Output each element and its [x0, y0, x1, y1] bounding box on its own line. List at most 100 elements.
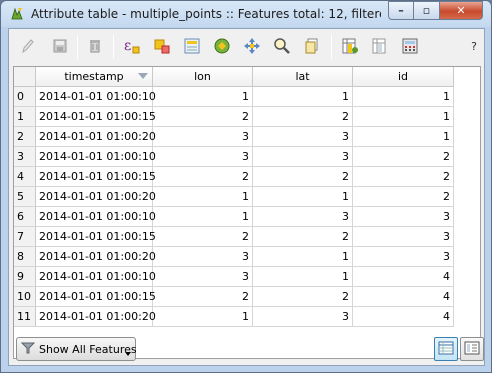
cell-id[interactable]: 4 — [353, 307, 454, 327]
feature-filter-button[interactable]: Show All Features — [16, 337, 137, 361]
cell-id[interactable]: 4 — [353, 267, 454, 287]
cell-lat[interactable]: 1 — [253, 187, 353, 207]
cell-lon[interactable]: 1 — [153, 207, 253, 227]
column-header-id[interactable]: id — [353, 67, 454, 87]
cell-lat[interactable]: 2 — [253, 167, 353, 187]
cell-id[interactable]: 3 — [353, 247, 454, 267]
cell-lon[interactable]: 3 — [153, 127, 253, 147]
table-row[interactable]: 11 2014-01-01 01:00:20 1 3 4 — [14, 307, 480, 327]
title-bar[interactable]: Attribute table - multiple_points :: Fea… — [1, 1, 491, 27]
row-header[interactable]: 0 — [14, 87, 36, 107]
cell-lon[interactable]: 1 — [153, 87, 253, 107]
cell-timestamp[interactable]: 2014-01-01 01:00:15 — [36, 287, 156, 307]
row-header[interactable]: 6 — [14, 207, 36, 227]
table-row[interactable]: 0 2014-01-01 01:00:10 1 1 1 — [14, 87, 480, 107]
cell-timestamp[interactable]: 2014-01-01 01:00:20 — [36, 187, 156, 207]
cell-id[interactable]: 2 — [353, 187, 454, 207]
table-row[interactable]: 3 2014-01-01 01:00:10 3 3 2 — [14, 147, 480, 167]
cell-lat[interactable]: 3 — [253, 127, 353, 147]
row-header[interactable]: 5 — [14, 187, 36, 207]
row-header[interactable]: 8 — [14, 247, 36, 267]
table-corner-button[interactable] — [14, 67, 36, 87]
cell-lat[interactable]: 1 — [253, 87, 353, 107]
row-header[interactable]: 11 — [14, 307, 36, 327]
row-header[interactable]: 9 — [14, 267, 36, 287]
row-header[interactable]: 10 — [14, 287, 36, 307]
pan-map-to-selected-button[interactable] — [241, 36, 263, 58]
cell-timestamp[interactable]: 2014-01-01 01:00:15 — [36, 167, 156, 187]
column-header-timestamp[interactable]: timestamp — [36, 67, 153, 87]
cell-lat[interactable]: 2 — [253, 287, 353, 307]
cell-timestamp[interactable]: 2014-01-01 01:00:20 — [36, 247, 156, 267]
table-row[interactable]: 8 2014-01-01 01:00:20 3 1 3 — [14, 247, 480, 267]
row-header[interactable]: 1 — [14, 107, 36, 127]
delete-column-button[interactable] — [369, 36, 391, 58]
table-view-button[interactable] — [434, 337, 458, 361]
cell-timestamp[interactable]: 2014-01-01 01:00:15 — [36, 107, 156, 127]
cell-id[interactable]: 2 — [353, 167, 454, 187]
table-row[interactable]: 1 2014-01-01 01:00:15 2 2 1 — [14, 107, 480, 127]
cell-lon[interactable]: 3 — [153, 267, 253, 287]
maximize-button[interactable]: ▫ — [414, 1, 440, 20]
cell-id[interactable]: 3 — [353, 227, 454, 247]
table-row[interactable]: 7 2014-01-01 01:00:15 2 2 3 — [14, 227, 480, 247]
zoom-map-to-selected-button[interactable] — [271, 36, 293, 58]
cell-lat[interactable]: 2 — [253, 227, 353, 247]
delete-selected-button[interactable] — [84, 36, 106, 58]
table-view-icon — [438, 340, 454, 359]
cell-lon[interactable]: 2 — [153, 167, 253, 187]
cell-lat[interactable]: 1 — [253, 267, 353, 287]
column-header-lon[interactable]: lon — [153, 67, 253, 87]
cell-lon[interactable]: 2 — [153, 287, 253, 307]
cell-timestamp[interactable]: 2014-01-01 01:00:10 — [36, 87, 156, 107]
cell-lat[interactable]: 1 — [253, 247, 353, 267]
cell-timestamp[interactable]: 2014-01-01 01:00:15 — [36, 227, 156, 247]
row-header[interactable]: 7 — [14, 227, 36, 247]
move-selection-to-top-button[interactable] — [181, 36, 203, 58]
table-row[interactable]: 5 2014-01-01 01:00:20 1 1 2 — [14, 187, 480, 207]
row-header[interactable]: 4 — [14, 167, 36, 187]
cell-timestamp[interactable]: 2014-01-01 01:00:20 — [36, 127, 156, 147]
form-view-button[interactable] — [460, 337, 484, 361]
cell-lon[interactable]: 1 — [153, 187, 253, 207]
cell-lon[interactable]: 3 — [153, 147, 253, 167]
toggle-editing-button[interactable] — [17, 36, 39, 58]
cell-lat[interactable]: 2 — [253, 107, 353, 127]
field-calculator-button[interactable] — [399, 36, 421, 58]
cell-lon[interactable]: 1 — [153, 307, 253, 327]
table-row[interactable]: 4 2014-01-01 01:00:15 2 2 2 — [14, 167, 480, 187]
cell-id[interactable]: 4 — [353, 287, 454, 307]
cell-id[interactable]: 1 — [353, 127, 454, 147]
minimize-button[interactable]: – — [388, 1, 414, 20]
cell-id[interactable]: 1 — [353, 87, 454, 107]
cell-lat[interactable]: 3 — [253, 147, 353, 167]
cell-timestamp[interactable]: 2014-01-01 01:00:10 — [36, 147, 156, 167]
unselect-all-button[interactable] — [151, 36, 173, 58]
form-view-icon — [464, 340, 480, 359]
cell-lon[interactable]: 2 — [153, 227, 253, 247]
table-row[interactable]: 9 2014-01-01 01:00:10 3 1 4 — [14, 267, 480, 287]
cell-id[interactable]: 2 — [353, 147, 454, 167]
cell-lat[interactable]: 3 — [253, 307, 353, 327]
copy-selected-rows-button[interactable] — [301, 36, 323, 58]
cell-timestamp[interactable]: 2014-01-01 01:00:10 — [36, 207, 156, 227]
cell-timestamp[interactable]: 2014-01-01 01:00:20 — [36, 307, 156, 327]
help-button[interactable]: ? — [471, 40, 477, 53]
table-row[interactable]: 6 2014-01-01 01:00:10 1 3 3 — [14, 207, 480, 227]
close-button[interactable]: ✕ — [440, 1, 483, 20]
select-by-expression-button[interactable]: ε — [121, 36, 143, 58]
save-edits-button[interactable] — [49, 36, 71, 58]
cell-timestamp[interactable]: 2014-01-01 01:00:10 — [36, 267, 156, 287]
cell-lon[interactable]: 3 — [153, 247, 253, 267]
table-row[interactable]: 10 2014-01-01 01:00:15 2 2 4 — [14, 287, 480, 307]
cell-id[interactable]: 1 — [353, 107, 454, 127]
cell-lon[interactable]: 2 — [153, 107, 253, 127]
invert-selection-button[interactable] — [211, 36, 233, 58]
table-row[interactable]: 2 2014-01-01 01:00:20 3 3 1 — [14, 127, 480, 147]
row-header[interactable]: 2 — [14, 127, 36, 147]
cell-lat[interactable]: 3 — [253, 207, 353, 227]
column-header-lat[interactable]: lat — [253, 67, 353, 87]
row-header[interactable]: 3 — [14, 147, 36, 167]
new-column-button[interactable] — [339, 36, 361, 58]
cell-id[interactable]: 3 — [353, 207, 454, 227]
